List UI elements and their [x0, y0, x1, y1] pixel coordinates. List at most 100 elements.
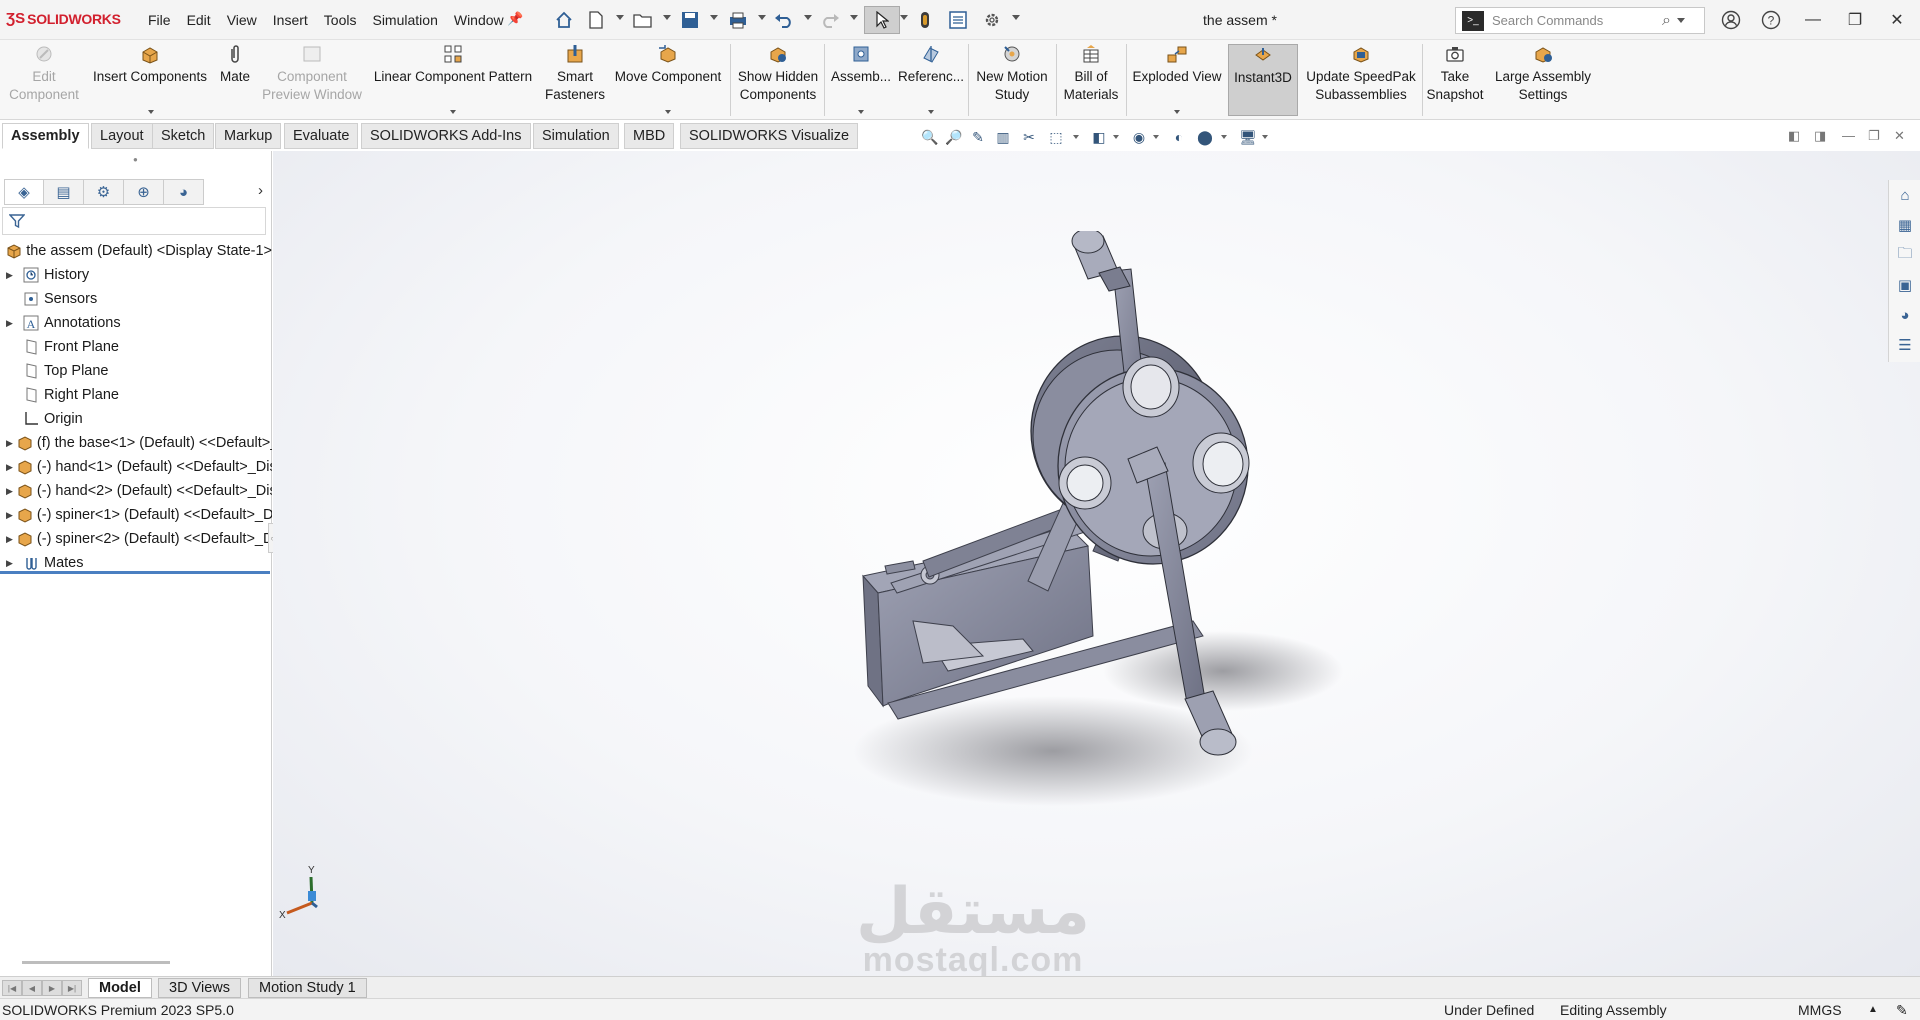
- apply-scene-icon[interactable]: ⬤: [1194, 128, 1216, 146]
- instant3d-button[interactable]: Instant3D: [1228, 44, 1298, 116]
- menu-tools[interactable]: Tools: [316, 12, 365, 28]
- unit-system-selector[interactable]: MMGS: [1798, 1002, 1842, 1018]
- linear-pattern-dropdown-icon[interactable]: [450, 110, 456, 114]
- expand-arrow-icon[interactable]: ▶: [6, 318, 18, 329]
- tree-item-hand-2[interactable]: ▶ (-) hand<2> (Default) <<Default>_Displ…: [0, 479, 272, 503]
- exploded-view-button[interactable]: Exploded View: [1128, 44, 1226, 116]
- edit-appearance-icon[interactable]: ◐: [1168, 128, 1190, 146]
- tab-evaluate[interactable]: Evaluate: [284, 123, 359, 149]
- save-icon[interactable]: [678, 8, 702, 32]
- tab-3d-views[interactable]: 3D Views: [158, 978, 241, 998]
- chevron-right-icon[interactable]: ›: [258, 182, 263, 199]
- search-commands-input[interactable]: [1492, 13, 1662, 28]
- panel-grip-icon[interactable]: ●: [133, 155, 138, 164]
- tree-item-the-base[interactable]: ▶ (f) the base<1> (Default) <<Default>_D…: [0, 431, 272, 455]
- view-palette-icon[interactable]: ▣: [1891, 272, 1919, 298]
- smart-fasteners-button[interactable]: Smart Fasteners: [544, 44, 606, 116]
- menu-edit[interactable]: Edit: [179, 12, 219, 28]
- help-icon[interactable]: ?: [1758, 8, 1784, 32]
- close-icon[interactable]: ✕: [1884, 8, 1910, 32]
- menu-insert[interactable]: Insert: [265, 12, 316, 28]
- display-style-icon[interactable]: ◧: [1088, 128, 1110, 146]
- assembly-features-dropdown-icon[interactable]: [858, 110, 864, 114]
- menu-view[interactable]: View: [219, 12, 265, 28]
- tree-item-right-plane[interactable]: Right Plane: [0, 383, 272, 407]
- tree-item-sensors[interactable]: Sensors: [0, 287, 272, 311]
- open-folder-icon[interactable]: [630, 8, 656, 32]
- select-icon[interactable]: [864, 6, 900, 34]
- horizontal-scrollbar[interactable]: [22, 961, 170, 964]
- restore-icon[interactable]: ❐: [1842, 8, 1868, 32]
- insert-components-dropdown-icon[interactable]: [148, 110, 154, 114]
- tree-item-spiner-1[interactable]: ▶ (-) spiner<1> (Default) <<Default>_Dis…: [0, 503, 272, 527]
- menu-window[interactable]: Window: [446, 12, 512, 28]
- hide-show-dropdown-icon[interactable]: [1153, 135, 1159, 139]
- dimxpertmanager-icon[interactable]: ⊕: [124, 179, 164, 205]
- search-commands-box[interactable]: >_ ⌕: [1455, 7, 1705, 34]
- undo-dropdown-icon[interactable]: [804, 15, 812, 20]
- move-component-button[interactable]: Move Component: [608, 44, 728, 116]
- redo-icon[interactable]: [818, 8, 842, 32]
- file-properties-icon[interactable]: [946, 8, 970, 32]
- tree-item-history[interactable]: ▶ History: [0, 263, 272, 287]
- expand-arrow-icon[interactable]: ▶: [6, 486, 13, 497]
- tab-layout[interactable]: Layout: [91, 123, 153, 149]
- viewport-tile-right-icon[interactable]: ◨: [1814, 128, 1826, 144]
- expand-arrow-icon[interactable]: ▶: [6, 462, 13, 473]
- tree-root-assembly[interactable]: the assem (Default) <Display State-1>: [0, 239, 272, 263]
- view-settings-dropdown-icon[interactable]: [1262, 135, 1268, 139]
- home-icon[interactable]: [552, 8, 576, 32]
- dynamic-annotation-icon[interactable]: ✂: [1018, 128, 1040, 146]
- redo-dropdown-icon[interactable]: [850, 15, 858, 20]
- tab-assembly[interactable]: Assembly: [2, 123, 89, 149]
- mate-button[interactable]: Mate: [212, 44, 258, 116]
- solidworks-resources-home-icon[interactable]: ⌂: [1891, 182, 1919, 208]
- new-dropdown-icon[interactable]: [616, 15, 624, 20]
- units-dropdown-icon[interactable]: ▲: [1868, 1004, 1878, 1015]
- large-assembly-settings-button[interactable]: Large Assembly Settings: [1488, 44, 1598, 116]
- view-orientation-dropdown-icon[interactable]: [1073, 135, 1079, 139]
- tree-item-origin[interactable]: Origin: [0, 407, 272, 431]
- last-tab-icon[interactable]: ▶|: [62, 980, 82, 996]
- viewport-minimize-icon[interactable]: —: [1842, 128, 1855, 143]
- save-dropdown-icon[interactable]: [710, 15, 718, 20]
- rebuild-icon[interactable]: [914, 8, 936, 32]
- viewport-restore-icon[interactable]: ❐: [1868, 128, 1880, 144]
- display-style-dropdown-icon[interactable]: [1113, 135, 1119, 139]
- appearances-scenes-icon[interactable]: ◕: [1891, 302, 1919, 328]
- tab-sketch[interactable]: Sketch: [152, 123, 215, 149]
- options-gear-icon[interactable]: [980, 8, 1004, 32]
- linear-component-pattern-button[interactable]: Linear Component Pattern: [368, 44, 538, 116]
- print-icon[interactable]: [726, 8, 750, 32]
- viewport-tile-left-icon[interactable]: ◧: [1788, 128, 1800, 144]
- view-settings-icon[interactable]: 🖥: [1236, 128, 1260, 146]
- previous-view-icon[interactable]: ✎: [968, 128, 988, 146]
- tree-item-front-plane[interactable]: Front Plane: [0, 335, 272, 359]
- quick-tips-icon[interactable]: ✎: [1896, 1002, 1908, 1019]
- tree-item-spiner-2[interactable]: ▶ (-) spiner<2> (Default) <<Default>_Dis…: [0, 527, 272, 551]
- view-orientation-icon[interactable]: ⬚: [1044, 128, 1068, 146]
- zoom-to-fit-icon[interactable]: 🔍: [920, 128, 940, 146]
- tree-filter-icon[interactable]: [2, 207, 266, 235]
- move-component-dropdown-icon[interactable]: [665, 110, 671, 114]
- expand-arrow-icon[interactable]: ▶: [6, 270, 18, 281]
- options-dropdown-icon[interactable]: [1012, 15, 1020, 20]
- expand-arrow-icon[interactable]: ▶: [6, 510, 13, 521]
- solidworks-logo[interactable]: ƷS SOLIDWORKS: [6, 10, 121, 27]
- select-dropdown-icon[interactable]: [900, 15, 908, 20]
- show-hidden-components-button[interactable]: Show Hidden Components: [734, 44, 822, 116]
- expand-arrow-icon[interactable]: ▶: [6, 534, 13, 545]
- new-motion-study-button[interactable]: New Motion Study: [970, 44, 1054, 116]
- propertymanager-icon[interactable]: ▤: [44, 179, 84, 205]
- insert-components-button[interactable]: Insert Components: [88, 44, 212, 116]
- pin-menu-icon[interactable]: 📌: [507, 11, 523, 27]
- reference-geometry-dropdown-icon[interactable]: [928, 110, 934, 114]
- design-library-icon[interactable]: ▦: [1891, 212, 1919, 238]
- edit-component-button[interactable]: Edit Component: [4, 44, 84, 116]
- bill-of-materials-button[interactable]: Bill of Materials: [1058, 44, 1124, 116]
- menu-simulation[interactable]: Simulation: [364, 12, 445, 28]
- tab-mbd[interactable]: MBD: [624, 123, 675, 149]
- tree-item-top-plane[interactable]: Top Plane: [0, 359, 272, 383]
- tree-item-hand-1[interactable]: ▶ (-) hand<1> (Default) <<Default>_Displ…: [0, 455, 272, 479]
- search-dropdown-icon[interactable]: [1676, 18, 1685, 23]
